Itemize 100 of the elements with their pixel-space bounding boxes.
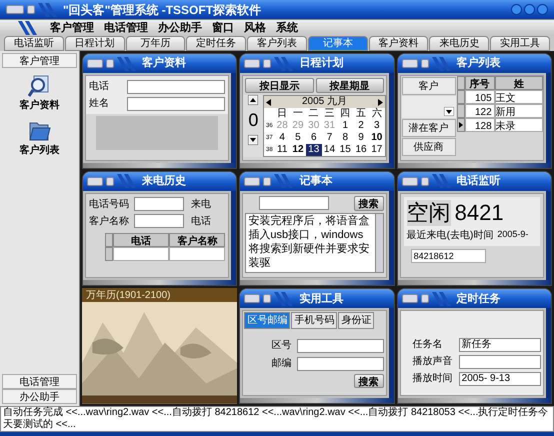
tab[interactable]: 客户资料 — [368, 36, 428, 51]
field-label: 来电 — [191, 198, 211, 212]
next-icon[interactable] — [378, 98, 383, 106]
calendar-day[interactable]: 2 — [353, 120, 369, 132]
calendar-day[interactable]: 10 — [368, 132, 385, 144]
scroll-up-icon[interactable] — [248, 95, 258, 105]
calendar-day[interactable]: 11 — [274, 144, 290, 156]
panel-title: 来电历史 — [142, 174, 186, 189]
calendar-day[interactable]: 3 — [368, 120, 385, 132]
input-field[interactable] — [127, 80, 226, 94]
dropdown-button[interactable] — [27, 5, 35, 14]
panel-menu-button[interactable] — [244, 176, 260, 186]
tab[interactable]: 万年历 — [126, 36, 186, 51]
dropdown-button[interactable] — [263, 59, 272, 68]
tab[interactable]: 客户列表 — [247, 36, 307, 51]
maximize-icon[interactable] — [524, 4, 535, 15]
calendar-day[interactable]: 6 — [306, 132, 322, 144]
calendar-day[interactable]: 13 — [306, 144, 322, 156]
menu-item[interactable]: 风格 — [244, 20, 266, 36]
scroll-down-icon[interactable] — [248, 135, 258, 145]
panel-menu-button[interactable] — [244, 59, 260, 68]
calendar-day[interactable]: 15 — [337, 144, 354, 156]
stripes-icon — [432, 292, 454, 306]
call-time: 2005-9- — [497, 228, 528, 241]
sidebar-section-button[interactable]: 办公助手 — [2, 389, 77, 404]
menu-item[interactable]: 客户管理 — [50, 20, 94, 36]
input-field[interactable] — [458, 354, 541, 369]
input-field[interactable] — [297, 338, 384, 353]
input-field[interactable] — [134, 214, 184, 228]
table-cell: 128 — [464, 118, 495, 132]
tab[interactable]: 电话监听 — [4, 36, 64, 51]
dropdown-button[interactable] — [263, 294, 272, 304]
input-field[interactable] — [134, 197, 184, 212]
menu-item[interactable]: 电话管理 — [104, 20, 148, 36]
calendar-day[interactable]: 1 — [337, 120, 354, 132]
calendar-day[interactable]: 17 — [368, 144, 385, 156]
input-field[interactable] — [127, 96, 226, 110]
dropdown-button[interactable] — [420, 294, 429, 304]
panel-menu-button[interactable] — [402, 59, 418, 68]
tool-tab[interactable]: 区号邮编 — [244, 312, 290, 330]
dropdown-button[interactable] — [420, 59, 429, 68]
category-button[interactable]: 潜在客户 — [402, 119, 456, 137]
tab[interactable]: 来电历史 — [429, 36, 490, 51]
panel-menu-button[interactable] — [87, 59, 103, 68]
category-button[interactable]: 客户 — [402, 77, 456, 95]
input-field[interactable]: 2005- 9-13 — [458, 372, 541, 386]
column-header: 电话 — [113, 232, 170, 247]
dropdown-button[interactable] — [420, 176, 429, 186]
system-menu-button[interactable] — [6, 5, 24, 14]
table-cell: 122 — [464, 104, 495, 118]
dropdown-button[interactable] — [106, 176, 114, 186]
tool-tab[interactable]: 身份证 — [338, 312, 374, 330]
calendar-day[interactable]: 8 — [337, 132, 354, 144]
tab[interactable]: 定时任务 — [186, 36, 246, 51]
scrollbar[interactable] — [374, 214, 383, 272]
calendar-day[interactable]: 16 — [353, 144, 369, 156]
line-status: 空闲 — [406, 200, 451, 226]
view-button[interactable]: 按星期显 — [316, 78, 384, 93]
dropdown-icon[interactable] — [444, 107, 454, 116]
weekday-label: 日 — [276, 108, 288, 120]
panel-menu-button[interactable] — [402, 176, 418, 186]
input-field[interactable] — [297, 356, 384, 371]
menu-item[interactable]: 窗口 — [212, 20, 234, 36]
menu-item[interactable]: 办公助手 — [158, 20, 202, 36]
search-button[interactable]: 搜索 — [354, 374, 384, 388]
panel-menu-button[interactable] — [244, 294, 260, 304]
search-button[interactable]: 搜索 — [354, 196, 384, 211]
table-cell: 未录 — [494, 118, 543, 132]
sidebar-section-button[interactable]: 电话管理 — [2, 374, 77, 389]
minimize-icon[interactable] — [511, 4, 522, 15]
close-icon[interactable] — [537, 4, 548, 15]
calendar-day[interactable]: 12 — [290, 144, 306, 156]
calendar-day[interactable]: 4 — [274, 132, 290, 144]
view-button[interactable]: 按日显示 — [245, 78, 314, 93]
calendar-day[interactable]: 7 — [322, 132, 338, 144]
calendar-day[interactable]: 5 — [290, 132, 306, 144]
tab[interactable]: 记事本 — [308, 36, 368, 51]
tab[interactable]: 实用工具 — [490, 36, 550, 51]
category-button[interactable]: 供应商 — [402, 138, 456, 156]
weekday-label: 四 — [339, 108, 352, 120]
row-selector[interactable] — [456, 118, 465, 132]
panel-menu-button[interactable] — [87, 176, 103, 186]
tab[interactable]: 日程计划 — [64, 36, 125, 51]
table-cell: 王文 — [494, 90, 543, 104]
tool-tab[interactable]: 手机号码 — [291, 312, 338, 330]
calendar-day[interactable]: 9 — [353, 132, 369, 144]
previous-icon[interactable] — [266, 98, 272, 106]
panel-menu-button[interactable] — [402, 294, 418, 304]
sidebar-item[interactable]: 客户资料 — [20, 98, 60, 113]
weekday-label: 三 — [323, 108, 336, 120]
phone-number: 8421 — [454, 200, 504, 226]
input-field[interactable] — [259, 196, 330, 210]
dropdown-button[interactable] — [263, 176, 272, 186]
sidebar-header[interactable]: 客户管理 — [2, 53, 77, 68]
menu-item[interactable]: 系统 — [276, 20, 298, 36]
field-label: 邮编 — [271, 356, 292, 372]
dropdown-button[interactable] — [106, 59, 114, 68]
sidebar-item[interactable]: 客户列表 — [20, 143, 60, 158]
calendar-day[interactable]: 14 — [322, 144, 338, 156]
field-label: 姓名 — [89, 97, 110, 111]
